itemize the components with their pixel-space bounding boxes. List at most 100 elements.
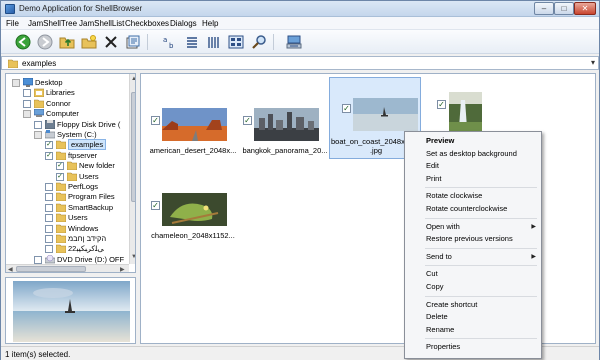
context-menu-item[interactable]: Rotate counterclockwise: [405, 203, 541, 215]
details-view-icon[interactable]: [206, 34, 222, 50]
tree-checkbox[interactable]: [45, 224, 53, 233]
file-label: bangkok_panorama_20...: [242, 146, 328, 155]
folder-icon: [55, 234, 67, 244]
list-view-icon[interactable]: [184, 34, 200, 50]
tree-checkbox[interactable]: [45, 183, 53, 191]
file-label: chameleon_2048x1152...: [151, 231, 235, 240]
file-item-bangkok-panorama[interactable]: ✓ bangkok_panorama_20...: [239, 99, 331, 181]
tree-checkbox[interactable]: [34, 131, 42, 139]
menu-separator: [425, 187, 537, 189]
context-menu-item-label: Open with: [426, 221, 460, 231]
folder-icon: [55, 182, 67, 192]
submenu-arrow-icon: ▶: [531, 223, 536, 230]
tree-checkbox[interactable]: [23, 110, 31, 119]
context-menu-item[interactable]: Print: [405, 173, 541, 185]
context-menu-item[interactable]: Open with ▶: [405, 221, 541, 233]
close-button[interactable]: ✕: [574, 2, 596, 15]
tree-checkbox[interactable]: ✓: [45, 141, 53, 150]
context-menu-item[interactable]: Cut: [405, 268, 541, 280]
shell-tree[interactable]: Desktop Libraries Connor Computer Floppy Dis…: [5, 73, 136, 273]
context-menu-item[interactable]: Rotate clockwise: [405, 190, 541, 202]
address-text: examples: [22, 59, 57, 68]
up-folder-icon[interactable]: [59, 34, 75, 50]
context-menu-item[interactable]: Set as desktop background: [405, 148, 541, 160]
folder-icon: [55, 140, 67, 150]
tree-checkbox[interactable]: [45, 193, 53, 202]
menu-separator: [425, 247, 537, 249]
address-bar[interactable]: examples ▾: [1, 56, 599, 70]
tree-checkbox[interactable]: [45, 245, 53, 254]
menu-jamshelllist[interactable]: JamShellList: [79, 19, 124, 28]
context-menu-item[interactable]: Delete: [405, 311, 541, 323]
back-icon[interactable]: [15, 34, 31, 50]
tree-horizontal-scrollbar[interactable]: ◀ ▶: [6, 264, 129, 272]
context-menu-item[interactable]: Properties: [405, 341, 541, 353]
folder-icon: [55, 192, 67, 202]
context-menu-item-label: Set as desktop background: [426, 148, 517, 158]
tree-item-label: Users: [79, 171, 99, 181]
context-menu-item[interactable]: Edit: [405, 160, 541, 172]
app-icon: [5, 4, 15, 14]
context-menu-item[interactable]: Send to ▶: [405, 251, 541, 263]
folder-icon: [66, 172, 78, 181]
file-checkbox[interactable]: ✓: [342, 104, 351, 113]
maximize-button[interactable]: □: [554, 2, 574, 15]
menu-file[interactable]: File: [6, 19, 19, 28]
tree-checkbox[interactable]: ✓: [45, 151, 53, 160]
new-folder-icon[interactable]: [81, 34, 97, 50]
context-menu-item-label: Copy: [426, 282, 444, 291]
file-checkbox[interactable]: ✓: [151, 116, 160, 125]
tree-item-label: ftpserver: [68, 150, 98, 160]
file-label: american_desert_2048x...: [149, 146, 237, 155]
context-menu-item[interactable]: Restore previous versions: [405, 233, 541, 245]
menu-checkboxes[interactable]: Checkboxes: [125, 19, 169, 28]
tree-checkbox[interactable]: [34, 120, 42, 129]
context-menu-item-label: Preview: [426, 136, 455, 145]
file-item-chameleon[interactable]: ✓ chameleon_2048x1152...: [147, 184, 239, 266]
chevron-down-icon[interactable]: ▾: [591, 58, 595, 67]
title-bar[interactable]: Demo Application for ShellBrowser – □ ✕: [1, 1, 599, 17]
tree-checkbox[interactable]: [23, 89, 31, 98]
context-menu-item[interactable]: Copy: [405, 281, 541, 293]
tree-item-label: הקידב ןחבמ: [68, 234, 107, 243]
tree-item-label: Windows: [68, 223, 99, 233]
tree-vertical-scrollbar[interactable]: ▲ ▼: [129, 74, 135, 264]
tree-checkbox[interactable]: [45, 214, 53, 223]
preview-pane: [5, 277, 136, 344]
file-checkbox[interactable]: ✓: [151, 201, 160, 210]
network-icon[interactable]: [286, 34, 302, 50]
tree-checkbox[interactable]: [23, 99, 31, 108]
context-menu-item-label: Restore previous versions: [426, 234, 513, 244]
forward-icon[interactable]: [37, 34, 53, 50]
file-item-american-desert[interactable]: ✓ american_desert_2048x...: [147, 99, 239, 181]
thumbnails-view-icon[interactable]: [228, 34, 244, 50]
delete-icon[interactable]: [103, 34, 119, 50]
tree-item-label: Connor: [46, 98, 71, 108]
file-checkbox[interactable]: ✓: [437, 100, 446, 109]
svg-text:b: b: [169, 42, 174, 50]
tree-checkbox[interactable]: [12, 79, 20, 87]
menu-help[interactable]: Help: [202, 19, 218, 28]
sort-icon[interactable]: ab: [161, 34, 177, 50]
tree-checkbox[interactable]: [45, 235, 53, 243]
tree-checkbox[interactable]: ✓: [56, 172, 64, 181]
menu-jamshelltree[interactable]: JamShellTree: [28, 19, 77, 28]
search-icon[interactable]: [251, 34, 267, 50]
context-menu-item[interactable]: Create shortcut: [405, 299, 541, 311]
tree-checkbox[interactable]: ✓: [56, 162, 64, 171]
menu-separator: [425, 217, 537, 219]
minimize-button[interactable]: –: [534, 2, 554, 15]
context-menu-item-label: Delete: [426, 312, 448, 322]
menu-bar: File JamShellTree JamShellList Checkboxe…: [1, 17, 599, 30]
context-menu-item[interactable]: Rename: [405, 324, 541, 336]
dvd-icon: [44, 254, 56, 264]
file-checkbox[interactable]: ✓: [243, 116, 252, 125]
floppy-icon: [44, 119, 56, 129]
tree-item-label: Program Files: [68, 192, 115, 202]
libraries-icon: [33, 88, 45, 98]
menu-dialogs[interactable]: Dialogs: [170, 19, 197, 28]
tree-checkbox[interactable]: [45, 203, 53, 212]
tree-checkbox[interactable]: [34, 255, 42, 264]
context-menu-item[interactable]: Preview: [405, 135, 541, 147]
properties-icon[interactable]: [125, 34, 141, 50]
